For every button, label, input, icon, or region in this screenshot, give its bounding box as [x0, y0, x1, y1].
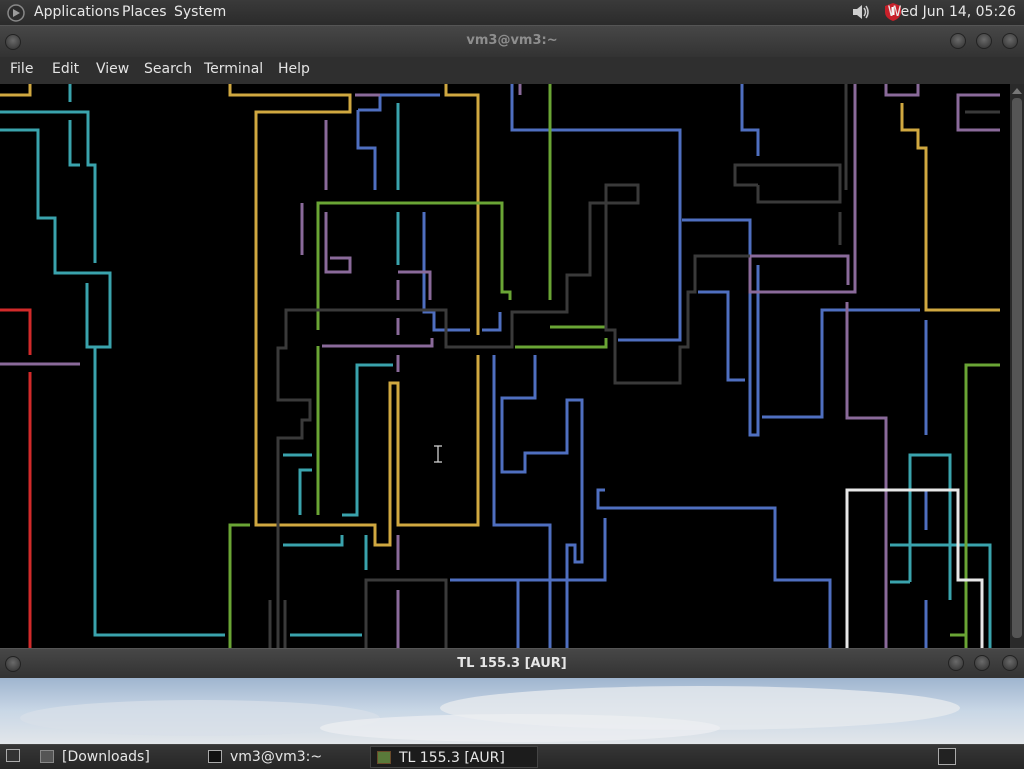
- minimize-button[interactable]: [948, 655, 964, 671]
- scrollbar-thumb[interactable]: [1012, 98, 1022, 638]
- close-button[interactable]: [1002, 655, 1018, 671]
- show-desktop-icon[interactable]: [6, 749, 20, 762]
- window-title: TL 155.3 [AUR]: [457, 656, 567, 671]
- taskbar-item-label: vm3@vm3:~: [230, 749, 323, 765]
- window-title: vm3@vm3:~: [466, 33, 558, 48]
- menu-help[interactable]: Help: [278, 57, 310, 81]
- applications-menu[interactable]: Applications: [34, 0, 120, 25]
- clock[interactable]: Wed Jun 14, 05:26: [888, 0, 1016, 25]
- bottom-taskbar: [Downloads] vm3@vm3:~ TL 155.3 [AUR]: [0, 744, 1024, 769]
- taskbar-item-game[interactable]: TL 155.3 [AUR]: [370, 746, 538, 768]
- taskbar-item-label: [Downloads]: [62, 749, 150, 765]
- red-pipes: [0, 308, 32, 648]
- menu-view[interactable]: View: [96, 57, 129, 81]
- game-viewport[interactable]: [0, 678, 1024, 744]
- purple-pipes: [0, 84, 1000, 648]
- folder-icon: [40, 750, 54, 763]
- pipes-drawing: [0, 84, 1000, 648]
- game-icon: [377, 751, 391, 764]
- menu-search[interactable]: Search: [144, 57, 192, 81]
- minimize-button[interactable]: [950, 33, 966, 49]
- menu-file[interactable]: File: [10, 57, 33, 81]
- sky-clouds: [20, 686, 960, 742]
- terminal-titlebar[interactable]: vm3@vm3:~: [0, 25, 1024, 58]
- terminal-menubar: File Edit View Search Terminal Help: [0, 57, 1024, 84]
- taskbar-item-label: TL 155.3 [AUR]: [399, 750, 505, 766]
- menu-terminal[interactable]: Terminal: [204, 57, 263, 81]
- scroll-up-icon[interactable]: [1012, 88, 1022, 94]
- menu-edit[interactable]: Edit: [52, 57, 79, 81]
- maximize-button[interactable]: [976, 33, 992, 49]
- workspace-switcher-icon[interactable]: [938, 748, 956, 765]
- system-menu[interactable]: System: [174, 0, 226, 25]
- terminal-icon: [208, 750, 222, 763]
- distro-logo-icon[interactable]: [6, 3, 26, 23]
- close-button[interactable]: [1002, 33, 1018, 49]
- taskbar-item-terminal[interactable]: vm3@vm3:~: [202, 746, 364, 768]
- places-menu[interactable]: Places: [122, 0, 167, 25]
- text-cursor-icon: [434, 445, 442, 463]
- taskbar-item-downloads[interactable]: [Downloads]: [36, 746, 196, 768]
- terminal-scrollbar[interactable]: [1010, 84, 1024, 648]
- volume-icon[interactable]: [850, 2, 872, 22]
- white-pipes: [845, 488, 984, 648]
- terminal-content[interactable]: [0, 84, 1010, 648]
- top-panel: Applications Places System Wed Jun 14, 0…: [0, 0, 1024, 26]
- game-window-titlebar[interactable]: TL 155.3 [AUR]: [0, 648, 1024, 679]
- maximize-button[interactable]: [974, 655, 990, 671]
